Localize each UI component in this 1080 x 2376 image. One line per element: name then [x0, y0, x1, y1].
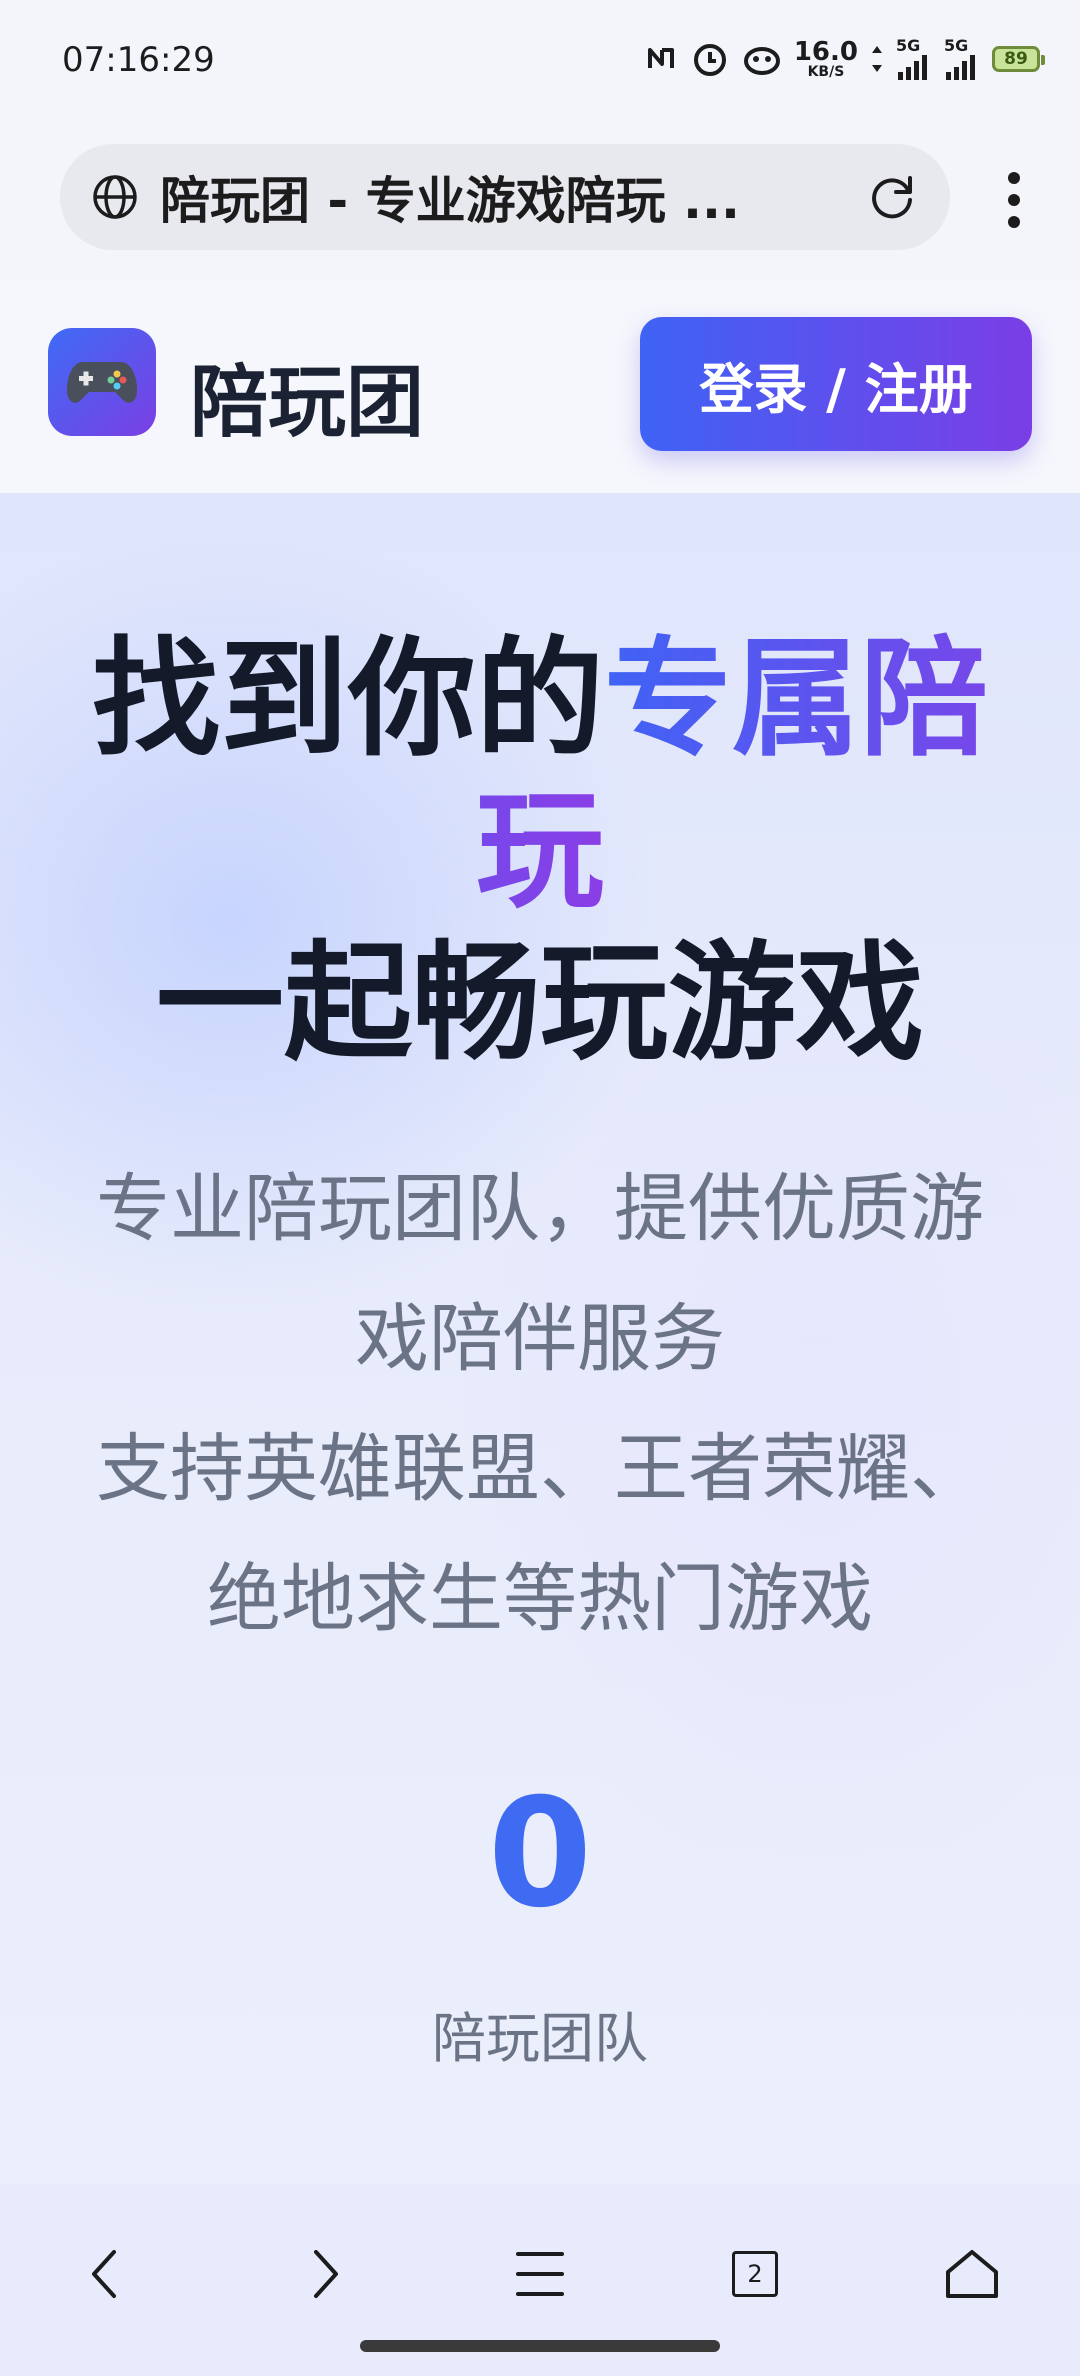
home-indicator[interactable]: [360, 2340, 720, 2352]
page-title: 陪玩团 - 专业游戏陪玩 ...: [160, 172, 740, 230]
network-speed: 16.0 KB/S: [794, 39, 858, 79]
battery-icon: 89: [992, 46, 1045, 72]
nfc-icon: [644, 42, 678, 76]
menu-button[interactable]: [490, 2224, 590, 2324]
alarm-icon: [690, 40, 730, 78]
signal-label: 5G: [896, 36, 921, 55]
site-logo[interactable]: [48, 328, 156, 436]
tabs-button[interactable]: 2: [705, 2224, 805, 2324]
back-button[interactable]: [54, 2224, 154, 2324]
status-bar: 07:16:29 16.0 KB/S 5G 5G 89: [0, 0, 1080, 120]
status-icons: 16.0 KB/S 5G 5G 89: [644, 34, 1045, 84]
menu-icon: [516, 2252, 564, 2296]
site-header: 陪玩团 登录 / 注册: [0, 280, 1080, 494]
browser-toolbar: 陪玩团 - 专业游戏陪玩 ...: [0, 120, 1080, 280]
forward-button[interactable]: [276, 2224, 376, 2324]
hero-section: 找到你的专属陪玩 一起畅玩游戏 专业陪玩团队，提供优质游戏陪伴服务 支持英雄联盟…: [0, 494, 1080, 2184]
hero-title: 找到你的专属陪玩 一起畅玩游戏: [60, 624, 1020, 1080]
signal-label: 5G: [944, 36, 969, 55]
address-bar[interactable]: 陪玩团 - 专业游戏陪玩 ...: [60, 144, 950, 250]
back-icon: [92, 2250, 116, 2298]
globe-icon: [93, 175, 137, 219]
more-options-icon[interactable]: [1006, 170, 1022, 230]
site-name: 陪玩团: [190, 358, 425, 448]
login-register-button[interactable]: 登录 / 注册: [640, 317, 1032, 451]
network-speed-value: 16.0: [793, 37, 858, 67]
stat-label: 陪玩团队: [432, 2007, 648, 2070]
hero-description: 专业陪玩团队，提供优质游戏陪伴服务 支持英雄联盟、王者荣耀、绝地求生等热门游戏: [70, 1144, 1010, 1664]
gamepad-icon: [67, 362, 137, 403]
app-notification-icon: [742, 41, 782, 77]
battery-level: 89: [992, 46, 1045, 72]
signal-icon: 5G: [896, 38, 932, 80]
home-button[interactable]: [922, 2224, 1022, 2324]
data-transfer-icon: [870, 44, 884, 74]
stat-value: 0: [487, 1767, 593, 1941]
network-speed-unit: KB/S: [807, 64, 845, 80]
signal-icon: 5G: [944, 38, 980, 80]
hero-title-part1: 找到你的: [91, 625, 604, 774]
hero-desc-line1: 专业陪玩团队，提供优质游戏陪伴服务: [96, 1166, 984, 1382]
forward-icon: [314, 2250, 338, 2298]
hero-title-part2: 一起畅玩游戏: [155, 929, 924, 1078]
reload-icon[interactable]: [864, 170, 920, 226]
status-time: 07:16:29: [62, 40, 215, 80]
hero-desc-line2: 支持英雄联盟、王者荣耀、绝地求生等热门游戏: [96, 1426, 984, 1642]
tabs-icon: 2: [732, 2251, 778, 2297]
home-icon: [946, 2250, 998, 2298]
